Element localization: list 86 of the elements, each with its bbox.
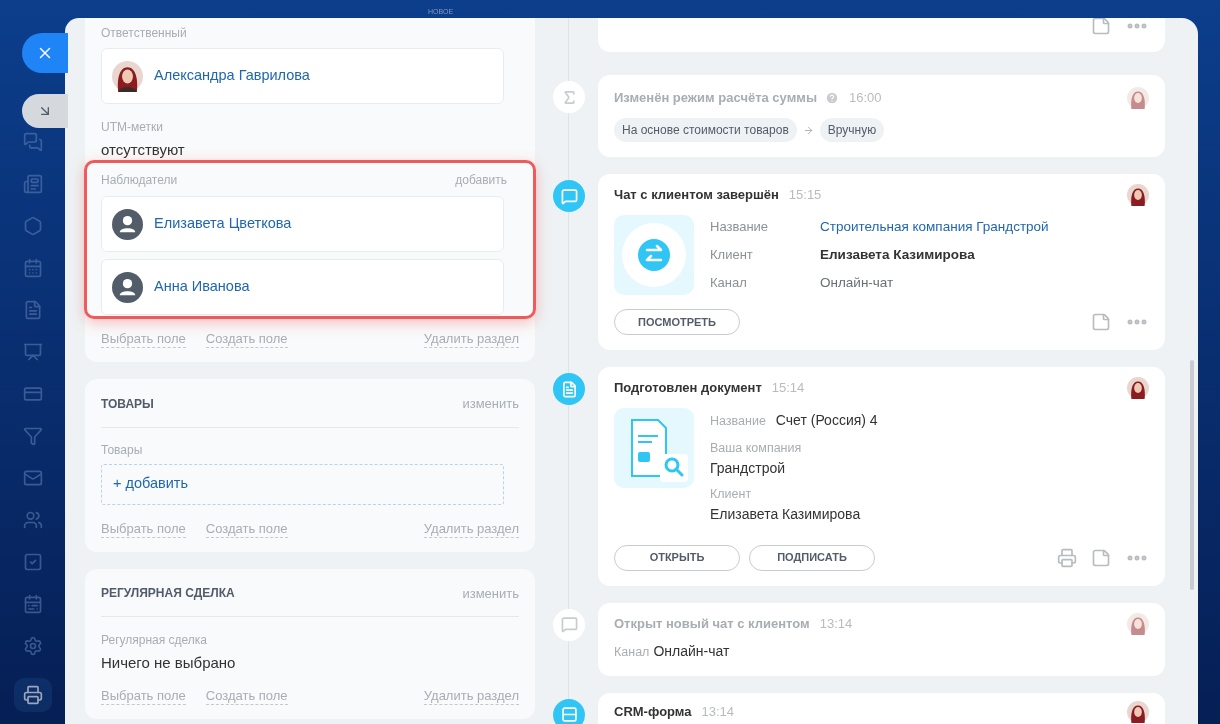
print-button[interactable]	[13, 678, 52, 712]
select-field-link[interactable]: Выбрать поле	[101, 520, 186, 538]
field-value: Ничего не выбрано	[101, 654, 237, 672]
avatar	[1127, 377, 1149, 399]
select-field-link[interactable]: Выбрать поле	[101, 331, 186, 348]
add-link[interactable]: добавить	[455, 171, 507, 189]
sigma-icon	[553, 81, 585, 113]
field-value: Грандстрой	[710, 458, 787, 478]
event-title: Чат с клиентом завершён	[614, 186, 779, 205]
note-icon[interactable]	[1091, 547, 1111, 568]
event-title: CRM-форма	[614, 702, 692, 721]
print-icon	[22, 685, 43, 705]
create-field-link[interactable]: Создать поле	[205, 520, 288, 538]
filter-icon[interactable]	[22, 426, 43, 446]
document-icon	[553, 373, 585, 405]
field-label: Ваша компания	[710, 440, 803, 457]
field-label: Канал	[710, 274, 748, 292]
field-label: UTM-метки	[101, 120, 164, 135]
create-field-link[interactable]: Создать поле	[205, 331, 288, 348]
card-icon[interactable]	[22, 384, 43, 404]
avatar	[112, 60, 143, 92]
value-chip: Вручную	[819, 118, 885, 142]
hexagon-icon[interactable]	[22, 216, 43, 236]
collapse-button[interactable]	[22, 94, 68, 128]
field-value: Елизавета Казимирова	[710, 504, 862, 524]
field-label: Канал	[614, 643, 650, 661]
section-title: РЕГУЛЯРНАЯ СДЕЛКА	[101, 585, 235, 603]
chat-icon	[553, 180, 585, 212]
calendar-icon[interactable]	[22, 258, 43, 278]
field-label: Клиент	[710, 246, 754, 264]
event-time: 15:15	[788, 186, 822, 205]
checkbox-icon[interactable]	[22, 552, 43, 572]
mail-icon[interactable]	[22, 468, 43, 488]
field-value: Онлайн-чат	[820, 274, 895, 292]
edit-link[interactable]: изменить	[462, 583, 519, 603]
field-label: Товары	[101, 442, 144, 458]
field-label: Ответственный	[101, 26, 187, 41]
field-label: Регулярная сделка	[101, 633, 209, 648]
settings-icon[interactable]	[22, 636, 43, 656]
delete-section-link[interactable]: Удалить раздел	[423, 331, 519, 348]
select-field-link[interactable]: Выбрать поле	[101, 688, 186, 705]
delete-section-link[interactable]: Удалить раздел	[423, 520, 519, 538]
help-icon[interactable]	[825, 91, 839, 105]
note-icon[interactable]	[1091, 312, 1111, 332]
presentation-icon[interactable]	[22, 342, 43, 362]
form-icon	[553, 698, 585, 724]
news-icon[interactable]	[22, 174, 43, 194]
close-button[interactable]	[22, 33, 68, 73]
user-link[interactable]: Александра Гаврилова	[154, 65, 310, 87]
chat-icon[interactable]	[22, 132, 43, 152]
event-title: Изменён режим расчёта суммы	[614, 89, 817, 108]
user-link[interactable]: Анна Иванова	[154, 276, 250, 298]
arrow-icon	[802, 124, 814, 136]
value-chip: На основе стоимости товаров	[614, 118, 797, 142]
calendar-icon[interactable]	[22, 594, 43, 614]
avatar	[1127, 184, 1149, 206]
chat-icon	[553, 608, 585, 641]
field-label: Название	[710, 218, 770, 236]
event-time: 13:14	[701, 702, 735, 721]
user-link[interactable]: Елизавета Цветкова	[154, 213, 292, 235]
event-time: 16:00	[849, 89, 882, 108]
field-value: Счет (Россия) 4	[775, 411, 878, 430]
avatar	[112, 271, 143, 303]
add-button[interactable]: + добавить	[101, 463, 504, 505]
field-value: Елизавета Казимирова	[820, 246, 976, 264]
event-title: Открыт новый чат с клиентом	[614, 614, 810, 633]
event-time: 13:14	[819, 614, 853, 633]
delete-section-link[interactable]: Удалить раздел	[423, 688, 519, 705]
avatar	[1127, 700, 1149, 723]
edit-link[interactable]: изменить	[462, 394, 519, 414]
section-title: ТОВАРЫ	[101, 395, 154, 413]
create-field-link[interactable]: Создать поле	[205, 688, 288, 705]
field-label: Наблюдатели	[101, 172, 178, 188]
event-time: 15:14	[771, 379, 805, 398]
avatar	[1127, 87, 1149, 109]
users-icon[interactable]	[22, 510, 43, 530]
avatar	[1127, 612, 1149, 635]
field-value[interactable]: Строительная компания Грандстрой	[820, 217, 1049, 239]
note-icon[interactable]	[1091, 18, 1111, 36]
field-value: отсутствуют	[101, 141, 186, 159]
field-label: Название	[710, 413, 766, 430]
event-title: Подготовлен документ	[614, 379, 762, 398]
print-icon[interactable]	[1057, 547, 1077, 568]
avatar	[112, 208, 143, 240]
field-value: Онлайн-чат	[653, 641, 730, 661]
field-label: Клиент	[710, 485, 753, 503]
